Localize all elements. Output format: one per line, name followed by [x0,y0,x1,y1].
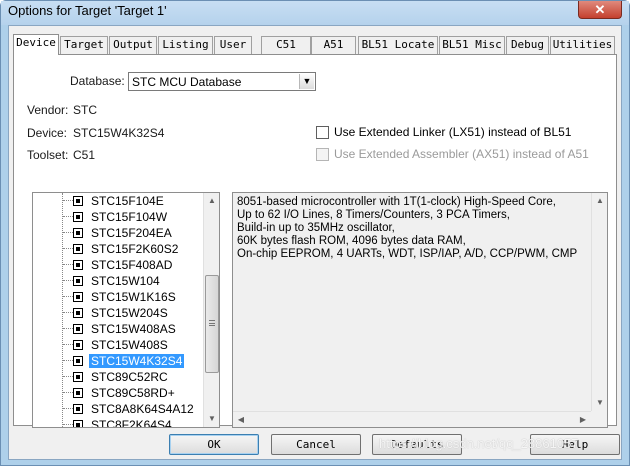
scroll-left-icon[interactable]: ◀ [233,412,249,428]
scroll-down-icon[interactable]: ▼ [204,411,219,427]
tree-item[interactable]: STC15W104 [63,273,203,289]
window-title: Options for Target 'Target 1' [8,3,167,18]
chip-icon [73,356,83,366]
chip-icon [73,260,83,270]
tab-target[interactable]: Target [60,36,108,54]
toolset-label: Toolset: [27,148,69,162]
options-dialog: Options for Target 'Target 1' ✕ Device T… [0,0,630,466]
chip-icon [73,212,83,222]
extended-assembler-label: Use Extended Assembler (AX51) instead of… [334,147,589,161]
tab-device[interactable]: Device [13,34,59,55]
extended-assembler-checkbox [316,148,329,161]
tree-item[interactable]: STC15F104W [63,209,203,225]
chip-icon [73,244,83,254]
tree-item[interactable]: STC8A8K64S4A12 [63,401,203,417]
grip-icon [209,320,215,326]
tree-item[interactable]: STC15W408S [63,337,203,353]
database-select[interactable]: STC MCU Database ▼ [128,72,316,91]
cancel-button[interactable]: Cancel [271,434,361,455]
device-tree[interactable]: STC15F104E STC15F104W STC15F204EA STC15F… [32,192,220,428]
tab-strip: Device Target Output Listing User C51 A5… [13,34,617,55]
scroll-up-icon[interactable]: ▲ [592,193,608,209]
scroll-down-icon[interactable]: ▼ [592,395,608,411]
device-value: STC15W4K32S4 [73,126,165,140]
tab-bl51-misc[interactable]: BL51 Misc [439,36,505,54]
tree-item[interactable]: STC15W408AS [63,321,203,337]
description-hscrollbar[interactable]: ◀ ▶ [233,411,591,427]
title-bar: Options for Target 'Target 1' ✕ [1,1,629,25]
device-description: 8051-based microcontroller with 1T(1-clo… [232,192,608,428]
tab-output[interactable]: Output [109,36,157,54]
tree-item[interactable]: STC8F2K64S4 [63,417,203,427]
chevron-down-icon[interactable]: ▼ [299,74,314,89]
scroll-right-icon[interactable]: ▶ [575,412,591,428]
ok-button[interactable]: OK [169,434,259,455]
tree-item[interactable]: STC89C52RC [63,369,203,385]
device-tab-panel: Database: STC MCU Database ▼ Vendor: STC… [13,54,617,428]
vendor-label: Vendor: [27,103,69,117]
tab-user[interactable]: User [214,36,252,54]
description-line: On-chip EEPROM, 4 UARTs, WDT, ISP/IAP, A… [237,248,578,260]
chip-icon [73,420,83,427]
chip-icon [73,404,83,414]
chip-icon [73,228,83,238]
extended-linker-checkbox[interactable] [316,126,329,139]
tree-item[interactable]: STC15F204EA [63,225,203,241]
tree-item[interactable]: STC15F104E [63,193,203,209]
tab-c51[interactable]: C51 [261,36,311,54]
tree-item[interactable]: STC15W1K16S [63,289,203,305]
database-label: Database: [70,74,125,88]
chip-icon [73,372,83,382]
tab-bl51-locate[interactable]: BL51 Locate [358,36,438,54]
tree-item[interactable]: STC15F2K60S2 [63,241,203,257]
tree-item-selected[interactable]: STC15W4K32S4 [63,353,203,369]
chip-icon [73,308,83,318]
scroll-up-icon[interactable]: ▲ [204,193,219,209]
chip-icon [73,388,83,398]
chip-icon [73,276,83,286]
vendor-value: STC [73,103,97,117]
description-line: 8051-based microcontroller with 1T(1-clo… [237,196,556,208]
database-select-value: STC MCU Database [132,75,242,89]
chip-icon [73,292,83,302]
scroll-thumb[interactable] [205,275,219,373]
watermark: https://blog.csdn.net/qq_28861057 [379,436,579,451]
tab-listing[interactable]: Listing [158,36,213,54]
chip-icon [73,196,83,206]
description-line: Build-in up to 35MHz oscillator, [237,222,395,234]
close-button[interactable]: ✕ [578,1,622,19]
tree-scrollbar[interactable]: ▲ ▼ [203,193,219,427]
dialog-client: Device Target Output Listing User C51 A5… [8,25,622,460]
chip-icon [73,324,83,334]
description-line: 60K bytes flash ROM, 4096 bytes data RAM… [237,235,466,247]
tree-item[interactable]: STC15F408AD [63,257,203,273]
tab-debug[interactable]: Debug [506,36,549,54]
extended-linker-label[interactable]: Use Extended Linker (LX51) instead of BL… [334,125,571,139]
tab-utilities[interactable]: Utilities [550,36,615,54]
description-vscrollbar[interactable]: ▲ ▼ [591,193,607,411]
toolset-value: C51 [73,148,96,162]
chip-icon [73,340,83,350]
description-line: Up to 62 I/O Lines, 8 Timers/Counters, 3… [237,209,510,221]
tab-a51[interactable]: A51 [311,36,356,54]
tree-item[interactable]: STC89C58RD+ [63,385,203,401]
tree-item[interactable]: STC15W204S [63,305,203,321]
device-label: Device: [27,126,68,140]
